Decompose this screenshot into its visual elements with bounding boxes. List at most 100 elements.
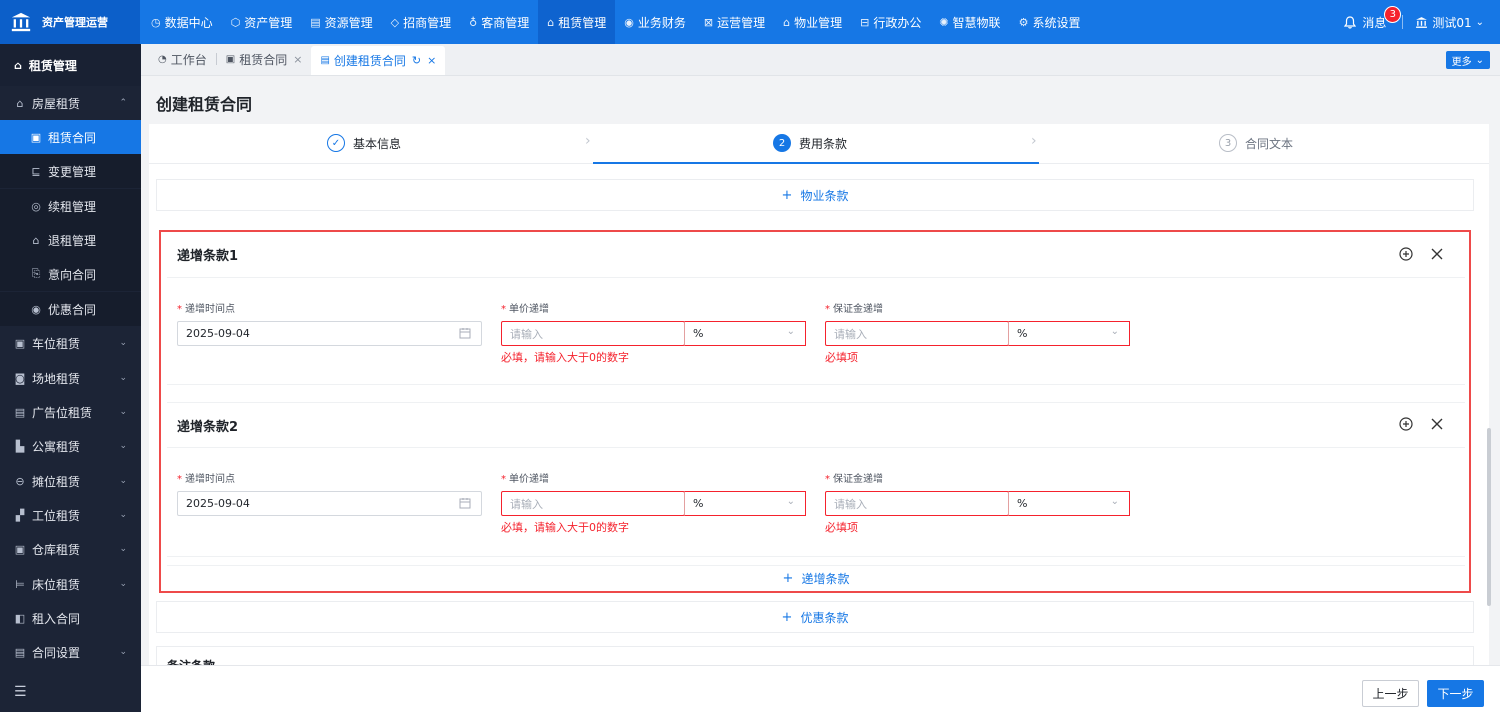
topnav-settings[interactable]: ⚙ 系统设置 (1010, 0, 1090, 44)
collapse-menu-icon[interactable]: ☰ (14, 684, 27, 700)
price-unit-value: % (693, 327, 704, 340)
price-unit-select[interactable]: % ⌄ (684, 491, 806, 516)
deposit-unit-select[interactable]: % ⌄ (1008, 491, 1130, 516)
deposit-label: * 保证金递增 (825, 470, 883, 485)
renew-icon: ◎ (31, 199, 41, 213)
sun-icon: ✺ (939, 15, 949, 29)
app-logo[interactable]: 资产管理运营 (0, 0, 140, 44)
close-icon[interactable] (1429, 246, 1445, 262)
more-tabs-button[interactable]: 更多 ⌄ (1445, 51, 1490, 69)
sidebar-item-apartment[interactable]: ▙ 公寓租赁 ⌄ (0, 429, 141, 463)
monitor-icon: ⊟ (860, 15, 870, 29)
deposit-increment-input[interactable]: 请输入 (825, 321, 1009, 346)
sidebar-section-label: 租赁管理 (28, 58, 77, 73)
bank-icon (1416, 16, 1428, 28)
sidebar-item-warehouse[interactable]: ▣ 仓库租赁 ⌄ (0, 532, 141, 566)
add-property-clause-button[interactable]: + 物业条款 (156, 179, 1474, 211)
required-mark: * (177, 474, 182, 485)
sidebar-item-discount[interactable]: ◉ 优惠合同 (0, 292, 141, 326)
topnav-investment[interactable]: ◇ 招商管理 (382, 0, 460, 44)
topnav-data-center[interactable]: ◷ 数据中心 (142, 0, 222, 44)
topnav-label: 系统设置 (1032, 15, 1081, 30)
price-unit-select[interactable]: % ⌄ (684, 321, 806, 346)
messages-button[interactable]: 消息 3 (1344, 5, 1402, 31)
sidebar-item-bed[interactable]: ⊨ 床位租赁 ⌄ (0, 567, 141, 601)
tag-icon: ◇ (390, 15, 400, 29)
step-basic-info[interactable]: ✓ 基本信息 (327, 134, 401, 152)
change-icon: ⊑ (31, 164, 41, 178)
top-nav: ◷ 数据中心 ⬡ 资产管理 ▤ 资源管理 ◇ 招商管理 ♁ 客商管理 ⌂ 租赁管理 ◉ 业务财… (142, 0, 1089, 44)
page-title: 创建租赁合同 (156, 95, 253, 114)
prev-step-button[interactable]: 上一步 (1362, 680, 1419, 707)
step-contract-text[interactable]: 3 合同文本 (1219, 134, 1293, 152)
coin-icon: ◉ (624, 15, 634, 29)
date-label-text: 递增时间点 (185, 474, 235, 485)
chevron-down-icon: ⌄ (786, 496, 795, 507)
deposit-unit-select[interactable]: % ⌄ (1008, 321, 1130, 346)
price-increment-input[interactable]: 请输入 (501, 491, 685, 516)
cube-icon: ⬡ (230, 15, 241, 29)
tab-create-lease-contract[interactable]: ▤ 创建租赁合同 ↻ × (311, 46, 446, 75)
sidebar-item-ad[interactable]: ▤ 广告位租赁 ⌄ (0, 395, 141, 429)
topnav-office[interactable]: ⊟ 行政办公 (851, 0, 930, 44)
price-increment-input[interactable]: 请输入 (501, 321, 685, 346)
topnav-asset[interactable]: ⬡ 资产管理 (222, 0, 302, 44)
increment-date-input[interactable]: 2025-09-04 (177, 491, 482, 516)
deposit-unit-value: % (1017, 497, 1028, 510)
close-icon[interactable]: × (427, 54, 436, 67)
add-discount-clause-button[interactable]: + 优惠条款 (156, 601, 1474, 633)
document-icon: ▤ (320, 55, 330, 66)
topnav-label: 运营管理 (717, 15, 766, 30)
topnav-property[interactable]: ⌂ 物业管理 (774, 0, 851, 44)
sidebar-item-change[interactable]: ⊑ 变更管理 (0, 154, 141, 188)
next-step-button[interactable]: 下一步 (1427, 680, 1484, 707)
chevron-down-icon: ⌄ (1475, 16, 1484, 28)
topnav-operation[interactable]: ⊠ 运营管理 (695, 0, 774, 44)
scrollbar-thumb[interactable] (1487, 428, 1491, 606)
add-circle-icon[interactable] (1398, 246, 1414, 262)
sidebar-item-house-lease[interactable]: ⌂ 房屋租赁 ⌃ (0, 86, 141, 120)
sidebar-item-checkout[interactable]: ⌂ 退租管理 (0, 223, 141, 257)
clause-header: 递增条款2 (167, 402, 1465, 448)
warehouse-icon: ▣ (14, 542, 26, 556)
close-icon[interactable] (1429, 416, 1445, 432)
tab-label: 租赁合同 (239, 52, 288, 67)
deposit-increment-input[interactable]: 请输入 (825, 491, 1009, 516)
tab-lease-contract[interactable]: ▣ 租赁合同 × (217, 46, 312, 72)
sidebar-item-parking[interactable]: ▣ 车位租赁 ⌄ (0, 326, 141, 360)
topnav-resource[interactable]: ▤ 资源管理 (301, 0, 381, 44)
form-footer: 上一步 下一步 (141, 665, 1500, 712)
topnav-iot[interactable]: ✺ 智慧物联 (930, 0, 1009, 44)
sidebar-item-intent[interactable]: ⎘ 意向合同 (0, 257, 141, 291)
sidebar-item-lease-in[interactable]: ◧ 租入合同 (0, 601, 141, 635)
user-menu[interactable]: 测试01 ⌄ (1415, 14, 1500, 31)
tab-workbench[interactable]: ◔ 工作台 (149, 46, 216, 72)
price-unit-value: % (693, 497, 704, 510)
sidebar-item-booth[interactable]: ⊖ 摊位租赁 ⌄ (0, 464, 141, 498)
topnav-finance[interactable]: ◉ 业务财务 (615, 0, 695, 44)
refresh-icon[interactable]: ↻ (412, 54, 421, 67)
close-icon[interactable]: × (293, 53, 302, 66)
chevron-up-icon: ⌃ (119, 98, 127, 108)
sidebar-item-contract-settings[interactable]: ▤ 合同设置 ⌄ (0, 635, 141, 669)
discount-icon: ◉ (31, 302, 41, 316)
sidebar-item-venue[interactable]: ◙ 场地租赁 ⌄ (0, 361, 141, 395)
topnav-merchant[interactable]: ♁ 客商管理 (460, 0, 538, 44)
house-icon: ⌂ (16, 96, 24, 110)
increment-date-input[interactable]: 2025-09-04 (177, 321, 482, 346)
sidebar-item-lease-contract[interactable]: ▣ 租赁合同 (0, 120, 141, 154)
sidebar-item-label: 床位租赁 (32, 577, 81, 592)
plus-icon: + (782, 571, 794, 586)
sidebar-item-renew[interactable]: ◎ 续租管理 (0, 189, 141, 223)
topnav-label: 资源管理 (324, 15, 373, 30)
tabs-bar: ◔ 工作台 ▣ 租赁合同 × ▤ 创建租赁合同 ↻ × 更多 ⌄ (141, 44, 1500, 76)
price-placeholder: 请输入 (510, 327, 543, 341)
chevron-down-icon: ⌄ (119, 544, 127, 554)
add-circle-icon[interactable] (1398, 416, 1414, 432)
step-fee-terms[interactable]: 2 费用条款 (773, 134, 847, 152)
sidebar-item-workstation[interactable]: ▞ 工位租赁 ⌄ (0, 498, 141, 532)
clause-divider (167, 384, 1465, 385)
add-increment-clause-button[interactable]: + 递增条款 (167, 565, 1465, 591)
topnav-lease[interactable]: ⌂ 租赁管理 (538, 0, 616, 44)
add-discount-label: 优惠条款 (800, 610, 849, 625)
